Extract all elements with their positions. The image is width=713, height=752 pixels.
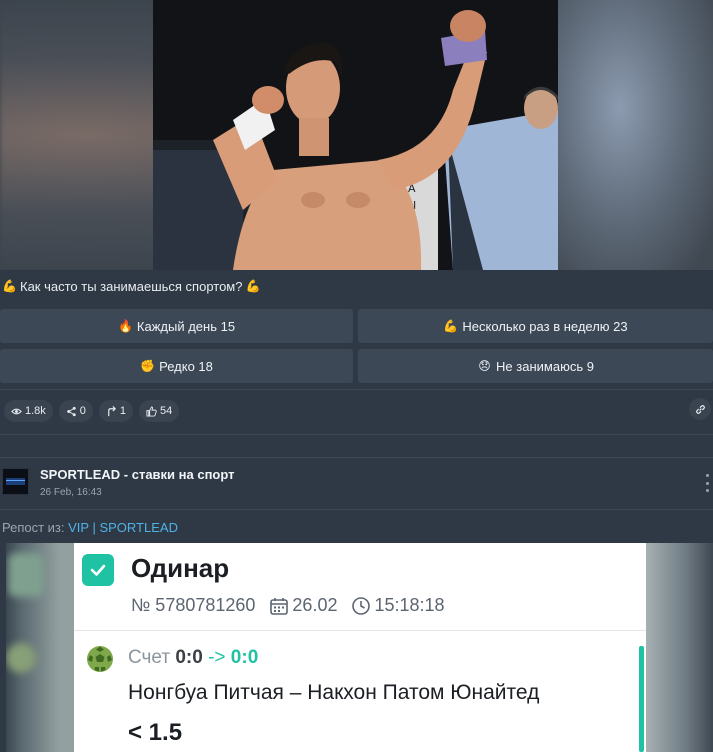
bet-outcome: < 1.5 [128, 719, 183, 746]
shares-count: 0 [79, 405, 86, 417]
bet-meta: № 5780781260 26.02 15:18:18 [131, 595, 445, 616]
post-stats: 1.8k 0 1 54 [4, 400, 180, 422]
poll-option-label: Каждый день 15 [136, 318, 236, 334]
match-name: Нонгбуа Питчая – Накхон Патом Юнайтед [128, 681, 540, 704]
likes-stat[interactable]: 54 [139, 400, 180, 422]
views-stat: 1.8k [4, 400, 53, 422]
channel-name[interactable]: SPORTLEAD - ставки на спорт [40, 467, 235, 482]
divider [0, 509, 713, 510]
poll-option-every-day[interactable]: 🔥 Каждый день 15 [0, 309, 353, 343]
raised-fist-icon: ✊ [140, 358, 156, 373]
link-icon [695, 404, 705, 414]
channel-avatar[interactable] [2, 468, 29, 495]
photo-blurred-background-right [558, 0, 713, 270]
divider [0, 457, 713, 458]
divider [0, 389, 713, 390]
score-old: 0:0 [175, 647, 203, 668]
repost-source-link[interactable]: VIP | SPORTLEAD [68, 520, 178, 535]
bet-time: 15:18:18 [374, 595, 445, 615]
poll-option-label: Несколько раз в неделю 23 [462, 318, 628, 334]
football-icon [87, 646, 113, 672]
forwards-stat[interactable]: 1 [98, 400, 134, 422]
share-icon [67, 406, 76, 416]
message-feed: M A N D A [0, 0, 713, 752]
forwards-count: 1 [119, 405, 127, 417]
clock-icon [352, 596, 371, 615]
repost-line: Репост из: VIP | SPORTLEAD [2, 520, 178, 535]
poll-option-label: Не занимаюсь 9 [496, 358, 594, 374]
repost-prefix: Репост из: [2, 520, 65, 535]
eye-icon [11, 408, 22, 414]
disappointed-face-icon: 😞 [478, 358, 491, 373]
more-options-icon[interactable] [704, 474, 710, 492]
bet-date: 26.02 [292, 595, 338, 615]
post-photo[interactable]: M A N D A [0, 0, 713, 270]
divider [0, 434, 713, 435]
bet-slip-image[interactable]: Одинар № 5780781260 26.02 15:18:18 Счет … [0, 543, 713, 752]
calendar-icon [270, 597, 289, 615]
flexed-biceps-icon: 💪 [2, 279, 17, 293]
poll-option-never[interactable]: 😞 Не занимаюсь 9 [358, 349, 713, 383]
slip-divider [74, 630, 646, 631]
score-label: Счет [128, 647, 171, 668]
accent-bar [639, 646, 644, 752]
forward-arrow-icon [108, 405, 116, 416]
shares-stat[interactable]: 0 [58, 400, 93, 422]
fire-icon: 🔥 [117, 318, 133, 333]
bet-number: № 5780781260 [131, 595, 256, 615]
copy-link-button[interactable] [689, 398, 711, 420]
bet-type-title: Одинар [131, 553, 230, 583]
poll-option-several-times-week[interactable]: 💪 Несколько раз в неделю 23 [358, 309, 713, 343]
slip-blurred-right [646, 543, 713, 752]
poll-question-text: Как часто ты занимаешься спортом? [20, 279, 243, 294]
slip-blurred-left [0, 543, 74, 752]
score-new: 0:0 [230, 647, 259, 668]
poll-option-label: Редко 18 [159, 358, 213, 374]
views-count: 1.8k [25, 405, 46, 417]
score-line: Счет 0:0 -> 0:0 [128, 647, 258, 669]
boxer-photo: M A N D A [153, 0, 558, 270]
sportlead-logo-icon [3, 469, 28, 494]
flexed-biceps-icon: 💪 [245, 279, 261, 293]
poll-option-rarely[interactable]: ✊ Редко 18 [0, 349, 353, 383]
thumbs-up-icon [146, 405, 157, 417]
likes-count: 54 [160, 405, 173, 417]
bet-slip: Одинар № 5780781260 26.02 15:18:18 Счет … [74, 543, 646, 752]
post-date: 26 Feb, 16:43 [40, 487, 102, 498]
slip-edge [0, 543, 6, 752]
score-arrow: -> [208, 647, 226, 668]
flexed-biceps-icon: 💪 [443, 318, 459, 333]
check-icon [82, 554, 114, 586]
poll-question: 💪 Как часто ты занимаешься спортом? 💪 [2, 279, 260, 294]
